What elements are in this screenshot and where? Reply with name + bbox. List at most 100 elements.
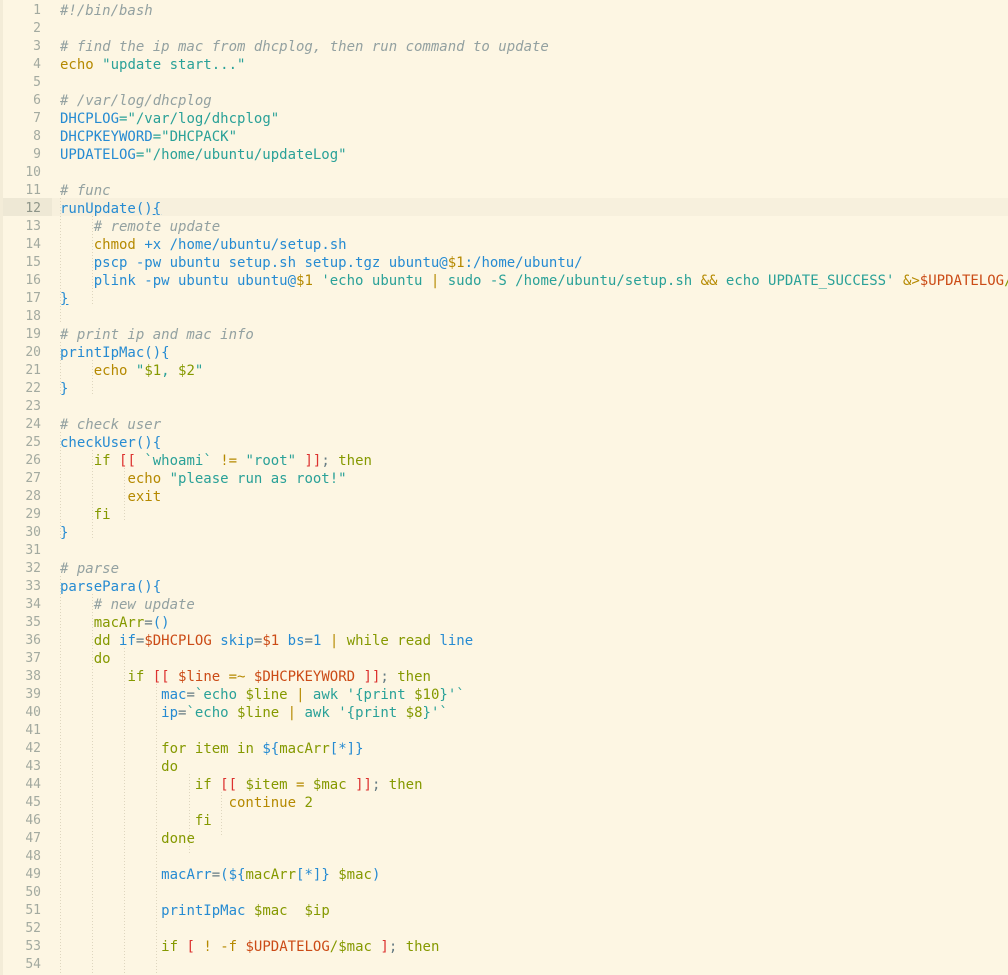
code-line[interactable]: if [[ $line =~ $DHCPKEYWORD ]]; then bbox=[60, 668, 431, 686]
code-line[interactable] bbox=[60, 956, 68, 974]
code-token: +x /home/ubuntu/setup.sh bbox=[144, 237, 347, 253]
code-line[interactable]: chmod +x /home/ubuntu/setup.sh bbox=[60, 236, 347, 254]
code-line[interactable]: if [[ `whoami` != "root" ]]; then bbox=[60, 452, 372, 470]
code-line[interactable] bbox=[60, 398, 68, 416]
code-token: = bbox=[304, 633, 313, 649]
code-token: [[ bbox=[119, 453, 136, 469]
code-line[interactable]: macArr=() bbox=[60, 614, 170, 632]
code-line[interactable]: # parse bbox=[60, 560, 119, 578]
code-token: $1 bbox=[296, 273, 313, 289]
code-token: if bbox=[161, 939, 179, 955]
code-line[interactable]: fi bbox=[60, 506, 111, 524]
code-token: UPDATELOG bbox=[60, 147, 136, 163]
code-token: parsePara bbox=[60, 579, 136, 595]
code-token: '{print bbox=[346, 687, 415, 703]
code-line[interactable]: UPDATELOG="/home/ubuntu/updateLog" bbox=[60, 146, 347, 164]
code-token: # parse bbox=[60, 561, 120, 577]
code-token: runUpdate bbox=[60, 201, 136, 217]
code-line[interactable]: DHCPKEYWORD="DHCPACK" bbox=[60, 128, 237, 146]
code-token: / bbox=[329, 939, 339, 955]
code-token: dd bbox=[93, 633, 111, 649]
code-line[interactable]: } bbox=[60, 380, 68, 398]
code-line[interactable]: dd if=$DHCPLOG skip=$1 bs=1 | while read… bbox=[60, 632, 473, 650]
code-token: checkUser bbox=[60, 435, 136, 451]
code-line[interactable] bbox=[60, 848, 68, 866]
code-token: "root" bbox=[245, 453, 297, 469]
code-line[interactable]: checkUser(){ bbox=[60, 434, 161, 452]
code-content[interactable]: #!/bin/bash # find the ip mac from dhcpl… bbox=[0, 0, 1008, 975]
code-token: ; bbox=[321, 453, 339, 469]
code-line[interactable]: printIpMac $mac $ip bbox=[60, 902, 330, 920]
code-line[interactable] bbox=[60, 164, 68, 182]
code-line[interactable]: # find the ip mac from dhcplog, then run… bbox=[60, 38, 549, 56]
code-line[interactable]: } bbox=[60, 524, 68, 542]
code-token: } bbox=[60, 525, 69, 541]
code-token: $mac bbox=[338, 867, 372, 883]
code-line[interactable]: # new update bbox=[60, 596, 195, 614]
code-line[interactable]: fi bbox=[60, 812, 212, 830]
code-line[interactable]: exit bbox=[60, 488, 161, 506]
code-token: $UPDATELOG bbox=[919, 273, 1005, 289]
code-token: && bbox=[700, 273, 718, 289]
code-token: for bbox=[161, 741, 187, 757]
code-line[interactable]: DHCPLOG="/var/log/dhcplog" bbox=[60, 110, 279, 128]
code-line[interactable]: echo "$1, $2" bbox=[60, 362, 204, 380]
code-token: ; bbox=[371, 777, 389, 793]
code-token: "please run as root!" bbox=[169, 471, 347, 487]
code-line[interactable]: macArr=(${macArr[*]} $mac) bbox=[60, 866, 380, 884]
code-token: macArr bbox=[245, 867, 297, 883]
code-line[interactable]: # /var/log/dhcplog bbox=[60, 92, 212, 110]
code-line[interactable]: #!/bin/bash bbox=[60, 2, 153, 20]
code-token: then bbox=[338, 453, 372, 469]
code-token: do bbox=[161, 759, 179, 775]
code-line[interactable] bbox=[60, 920, 68, 938]
code-token: , bbox=[161, 363, 179, 379]
code-line[interactable]: # print ip and mac info bbox=[60, 326, 254, 344]
code-token: if bbox=[119, 633, 136, 649]
code-token: "/home/ubuntu/updateLog" bbox=[144, 147, 347, 163]
code-line[interactable] bbox=[60, 542, 68, 560]
code-line[interactable]: echo "please run as root!" bbox=[60, 470, 347, 488]
code-line[interactable] bbox=[60, 722, 68, 740]
code-line[interactable]: plink -pw ubuntu ubuntu@$1 'echo ubuntu … bbox=[60, 272, 1008, 290]
code-line[interactable] bbox=[60, 20, 68, 38]
code-line[interactable]: for item in ${macArr[*]} bbox=[60, 740, 364, 758]
code-line[interactable]: parsePara(){ bbox=[60, 578, 161, 596]
code-line[interactable]: pscp -pw ubuntu setup.sh setup.tgz ubunt… bbox=[60, 254, 583, 272]
code-line[interactable] bbox=[60, 74, 68, 92]
code-line[interactable]: echo "update start..." bbox=[60, 56, 245, 74]
code-token: [*] bbox=[296, 867, 322, 883]
code-line[interactable]: # func bbox=[60, 182, 111, 200]
code-token: # print ip and mac info bbox=[60, 327, 254, 343]
code-token: $ip bbox=[304, 903, 330, 919]
code-line[interactable]: if [[ $item = $mac ]]; then bbox=[60, 776, 423, 794]
code-token: then bbox=[388, 777, 423, 793]
code-line[interactable]: mac=`echo $line | awk '{print $10}'` bbox=[60, 686, 465, 704]
code-line[interactable]: runUpdate(){ bbox=[60, 200, 161, 218]
code-line[interactable]: printIpMac(){ bbox=[60, 344, 170, 362]
code-line[interactable]: do bbox=[60, 758, 178, 776]
code-line[interactable] bbox=[60, 308, 68, 326]
code-token: done bbox=[161, 831, 195, 847]
code-line[interactable]: ip=`echo $line | awk '{print $8}'` bbox=[60, 704, 448, 722]
code-token: # new update bbox=[93, 597, 195, 613]
code-editor[interactable]: 1 2 3 4 5 6 7 8 9 10 11 12 13 14 15 16 17 18 19 20 21 22 23 24 2… bbox=[0, 0, 1008, 975]
code-line[interactable] bbox=[60, 884, 68, 902]
code-line[interactable]: do bbox=[60, 650, 111, 668]
code-token: } bbox=[355, 741, 364, 757]
code-line[interactable]: } bbox=[60, 290, 68, 308]
code-line[interactable]: # remote update bbox=[60, 218, 220, 236]
code-line[interactable]: done bbox=[60, 830, 195, 848]
code-line[interactable]: # check user bbox=[60, 416, 161, 434]
code-line[interactable]: continue 2 bbox=[60, 794, 313, 812]
code-line[interactable]: if [ ! -f $UPDATELOG/$mac ]; then bbox=[60, 938, 439, 956]
